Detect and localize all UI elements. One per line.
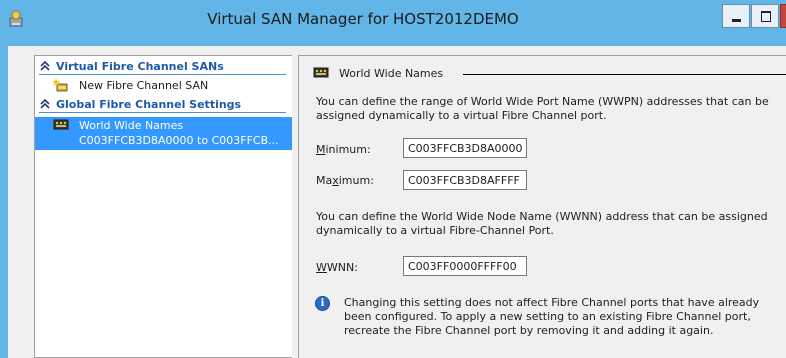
new-san-icon [53,78,68,92]
minimize-button[interactable] [722,4,750,28]
double-chevron-up-icon[interactable] [39,59,51,73]
minimum-label: Minimum: [316,143,371,156]
navigation-tree[interactable]: Virtual Fibre Channel SANs New Fibre Cha… [34,55,292,358]
world-wide-names-icon [53,119,69,130]
info-icon: i [315,296,330,311]
wwnn-field[interactable] [403,256,527,276]
wwpn-description: You can define the range of World Wide P… [316,95,769,122]
tree-item-world-wide-names[interactable]: World Wide Names C003FFCB3D8A0000 to C00… [35,117,292,150]
settings-panel: World Wide Names You can define the rang… [298,55,786,358]
group-global-fibre-channel-settings[interactable]: Global Fibre Channel Settings [35,96,292,113]
group-divider [39,74,286,75]
minimum-wwpn-field[interactable] [403,138,527,158]
tree-item-new-fibre-channel-san[interactable]: New Fibre Channel SAN [35,77,292,94]
maximize-button[interactable] [751,4,779,28]
world-wide-names-icon [313,67,329,78]
maximum-wwpn-field[interactable] [403,170,527,190]
close-button[interactable] [780,4,786,28]
tree-item-label: World Wide Names [79,119,184,132]
group-label: Global Fibre Channel Settings [56,98,242,111]
window-title: Virtual SAN Manager for HOST2012DEMO [207,10,519,28]
info-message: Changing this setting does not affect Fi… [344,296,760,337]
section-title: World Wide Names [339,67,444,80]
wwnn-label: WWNN: [316,261,358,274]
double-chevron-up-icon[interactable] [39,97,51,111]
group-virtual-fibre-channel-sans[interactable]: Virtual Fibre Channel SANs [35,58,292,75]
title-bar: Virtual SAN Manager for HOST2012DEMO [0,0,786,38]
tree-item-label: New Fibre Channel SAN [79,79,209,92]
group-divider [39,112,286,113]
maximum-label: Maximum: [316,174,374,187]
group-label: Virtual Fibre Channel SANs [56,60,224,73]
window-controls [722,4,786,29]
section-header: World Wide Names [313,66,786,82]
wwnn-description: You can define the World Wide Node Name … [316,210,768,237]
tree-item-subtext: C003FFCB3D8A0000 to C003FFCB... [79,134,279,147]
section-divider [463,74,786,75]
